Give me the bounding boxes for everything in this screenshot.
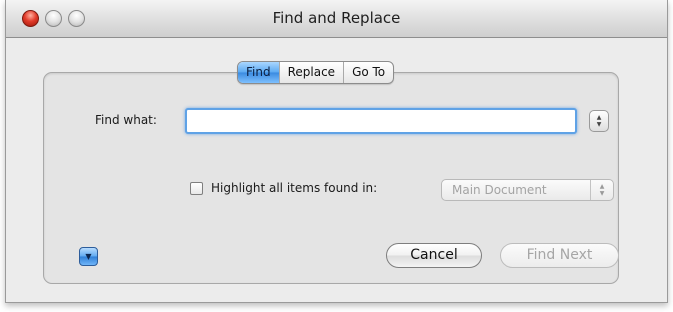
- title-bar[interactable]: Find and Replace: [6, 0, 667, 38]
- find-history-stepper[interactable]: ▲ ▼: [589, 110, 609, 132]
- up-down-arrows-icon: ▲ ▼: [596, 114, 602, 128]
- tab-replace[interactable]: Replace: [280, 62, 345, 83]
- highlight-label: Highlight all items found in:: [211, 181, 378, 195]
- tab-find[interactable]: Find: [238, 62, 280, 83]
- highlight-checkbox[interactable]: [190, 182, 203, 195]
- find-next-button[interactable]: Find Next: [500, 243, 619, 268]
- find-what-label: Find what:: [95, 113, 157, 127]
- tab-go-to[interactable]: Go To: [344, 62, 393, 83]
- highlight-scope-value: Main Document: [452, 183, 547, 197]
- window-title: Find and Replace: [272, 9, 401, 27]
- find-what-input[interactable]: [185, 108, 577, 134]
- popup-arrows-icon: ▲ ▼: [590, 180, 613, 200]
- cancel-button[interactable]: Cancel: [386, 243, 482, 268]
- tab-bar: Find Replace Go To: [237, 61, 395, 84]
- disclosure-triangle-down-icon: ▼: [85, 252, 92, 261]
- more-options-disclosure[interactable]: ▼: [79, 247, 98, 266]
- highlight-scope-popup[interactable]: Main Document ▲ ▼: [441, 179, 614, 201]
